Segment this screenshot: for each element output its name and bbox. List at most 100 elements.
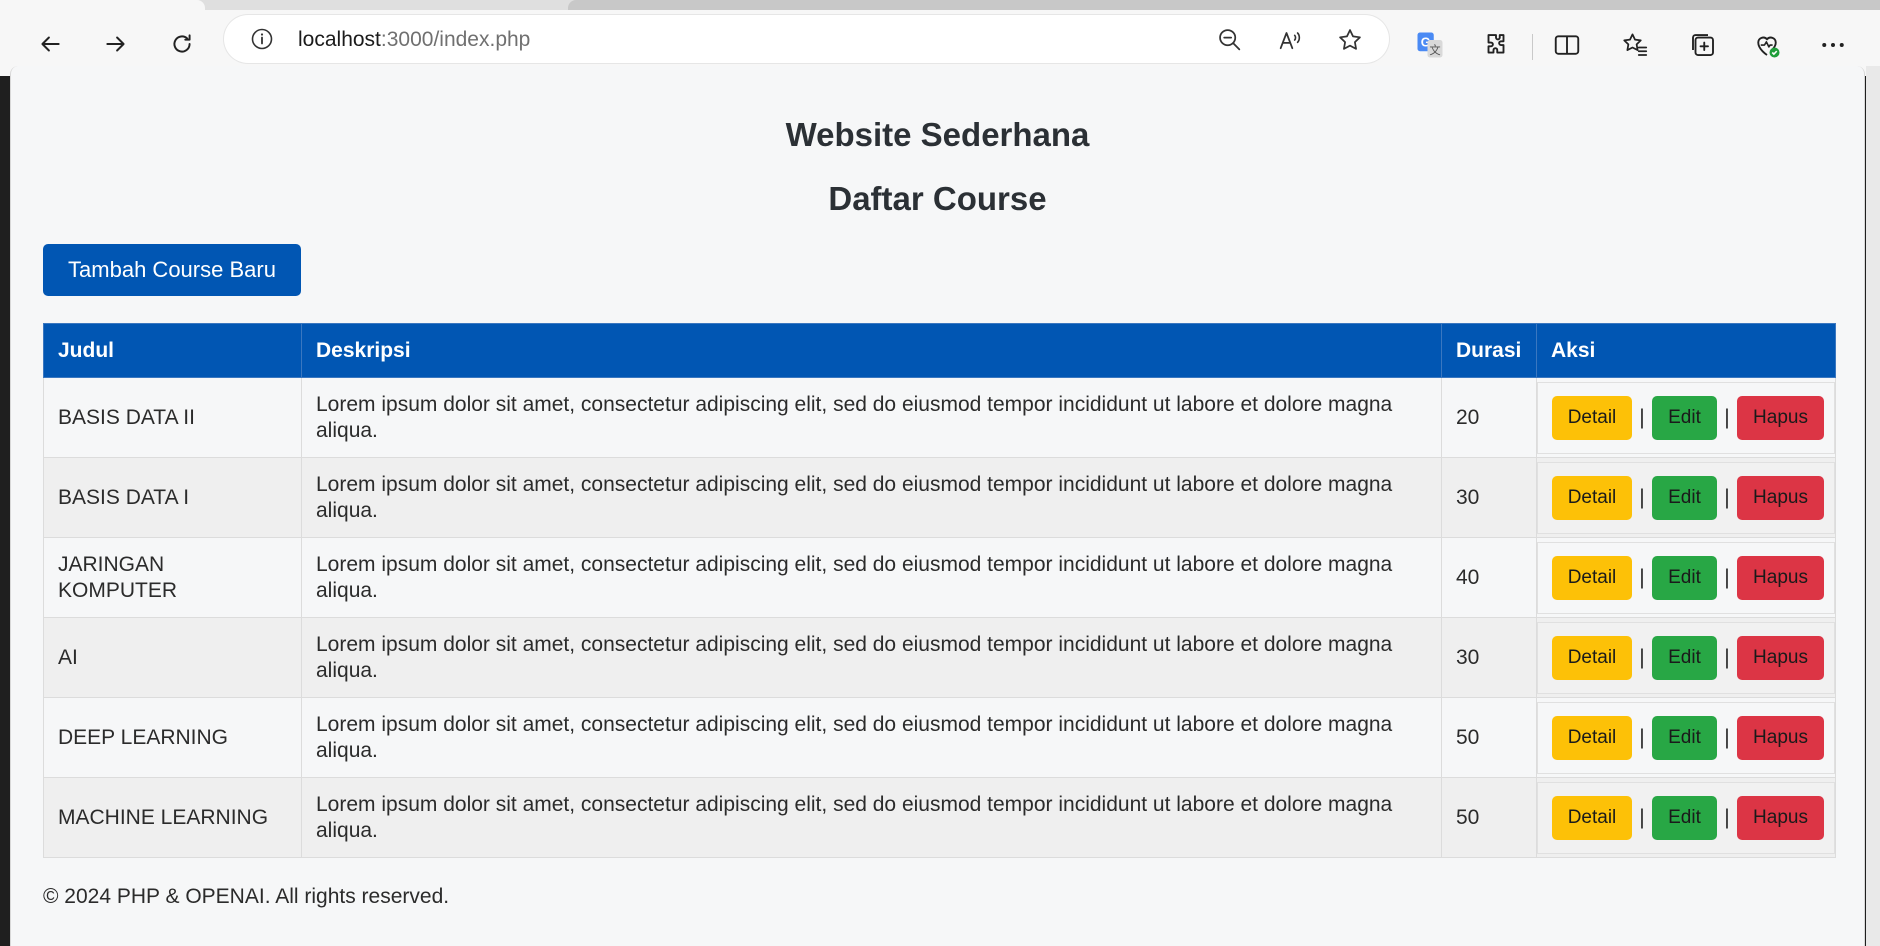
page-viewport: Website Sederhana Daftar Course Tambah C… (10, 66, 1865, 946)
edit-button[interactable]: Edit (1652, 395, 1717, 440)
action-separator: | (1639, 565, 1645, 589)
action-separator: | (1639, 485, 1645, 509)
favorite-star-icon[interactable] (1336, 26, 1364, 54)
course-table: Judul Deskripsi Durasi Aksi BASIS DATA I… (43, 323, 1836, 858)
page-title: Website Sederhana (785, 116, 1090, 153)
cell-deskripsi: Lorem ipsum dolor sit amet, consectetur … (301, 537, 1442, 618)
header-deskripsi: Deskripsi (301, 323, 1442, 378)
action-separator: | (1639, 805, 1645, 829)
cell-judul: JARINGAN KOMPUTER (43, 537, 302, 618)
action-separator: | (1724, 405, 1730, 429)
add-course-button[interactable]: Tambah Course Baru (43, 244, 301, 296)
collections-icon[interactable] (1688, 30, 1718, 60)
action-separator: | (1724, 645, 1730, 669)
detail-button[interactable]: Detail (1552, 395, 1632, 440)
detail-button[interactable]: Detail (1552, 555, 1632, 600)
forward-button[interactable] (94, 22, 138, 66)
table-row: AI Lorem ipsum dolor sit amet, consectetu… (43, 617, 1836, 698)
edit-button[interactable]: Edit (1652, 555, 1717, 600)
url-host: localhost (298, 28, 381, 51)
table-row: MACHINE LEARNING Lorem ipsum dolor sit am… (43, 777, 1836, 858)
cell-deskripsi: Lorem ipsum dolor sit amet, consectetur … (301, 777, 1442, 858)
arrow-right-icon (106, 36, 125, 52)
more-options-icon[interactable] (1818, 30, 1848, 60)
detail-button[interactable]: Detail (1552, 795, 1632, 840)
delete-button[interactable]: Hapus (1737, 795, 1824, 840)
action-separator: | (1724, 565, 1730, 589)
info-icon[interactable] (250, 27, 274, 51)
delete-button[interactable]: Hapus (1737, 715, 1824, 760)
delete-button[interactable]: Hapus (1737, 635, 1824, 680)
action-separator: | (1639, 405, 1645, 429)
refresh-button[interactable] (160, 22, 204, 66)
edit-button[interactable]: Edit (1652, 635, 1717, 680)
cell-aksi: Detail | Edit | Hapus (1536, 537, 1836, 618)
refresh-icon (173, 34, 191, 53)
table-row: BASIS DATA I Lorem ipsum dolor sit amet, … (43, 457, 1836, 538)
table-row: DEEP LEARNING Lorem ipsum dolor sit amet,… (43, 697, 1836, 778)
svg-text:文: 文 (1429, 43, 1440, 57)
cell-durasi: 20 (1441, 377, 1537, 458)
action-group: Detail | Edit | Hapus (1537, 461, 1835, 534)
cell-judul: MACHINE LEARNING (43, 777, 302, 858)
cell-aksi: Detail | Edit | Hapus (1536, 777, 1836, 858)
header-durasi: Durasi (1441, 323, 1537, 378)
cell-judul: DEEP LEARNING (43, 697, 302, 778)
cell-aksi: Detail | Edit | Hapus (1536, 617, 1836, 698)
detail-button[interactable]: Detail (1552, 715, 1632, 760)
tab-strip (0, 0, 1880, 10)
arrow-left-icon (41, 36, 60, 52)
cell-deskripsi: Lorem ipsum dolor sit amet, consectetur … (301, 377, 1442, 458)
tab-active[interactable] (0, 0, 205, 10)
zoom-out-icon[interactable] (1216, 26, 1244, 54)
table-row: JARINGAN KOMPUTER Lorem ipsum dolor sit a… (43, 537, 1836, 618)
split-screen-icon[interactable] (1552, 30, 1582, 60)
cell-durasi: 30 (1441, 457, 1537, 538)
action-group: Detail | Edit | Hapus (1537, 701, 1835, 774)
delete-button[interactable]: Hapus (1737, 395, 1824, 440)
extensions-icon[interactable] (1481, 30, 1511, 60)
course-table-body: BASIS DATA II Lorem ipsum dolor sit amet,… (43, 377, 1836, 858)
header-judul: Judul (43, 323, 302, 378)
translate-icon[interactable]: G文 (1415, 30, 1445, 60)
tab-inactive[interactable] (568, 0, 1880, 10)
cell-aksi: Detail | Edit | Hapus (1536, 377, 1836, 458)
edit-button[interactable]: Edit (1652, 475, 1717, 520)
browser-essentials-icon[interactable] (1752, 30, 1782, 60)
favorites-icon[interactable] (1620, 30, 1650, 60)
read-aloud-icon[interactable] (1276, 26, 1304, 54)
address-bar[interactable]: localhost:3000/index.php (224, 15, 1389, 63)
delete-button[interactable]: Hapus (1737, 475, 1824, 520)
cell-aksi: Detail | Edit | Hapus (1536, 457, 1836, 538)
cell-durasi: 50 (1441, 777, 1537, 858)
back-button[interactable] (28, 22, 72, 66)
cell-judul: BASIS DATA I (43, 457, 302, 538)
toolbar-divider (1532, 34, 1533, 60)
footer-copyright: © 2024 PHP & OPENAI. All rights reserved… (43, 885, 450, 908)
cell-deskripsi: Lorem ipsum dolor sit amet, consectetur … (301, 457, 1442, 538)
action-group: Detail | Edit | Hapus (1537, 381, 1835, 454)
cell-deskripsi: Lorem ipsum dolor sit amet, consectetur … (301, 697, 1442, 778)
action-group: Detail | Edit | Hapus (1537, 781, 1835, 854)
table-header-row: Judul Deskripsi Durasi Aksi (43, 323, 1836, 378)
cell-deskripsi: Lorem ipsum dolor sit amet, consectetur … (301, 617, 1442, 698)
edit-button[interactable]: Edit (1652, 795, 1717, 840)
action-separator: | (1639, 645, 1645, 669)
action-group: Detail | Edit | Hapus (1537, 541, 1835, 614)
cell-judul: AI (43, 617, 302, 698)
delete-button[interactable]: Hapus (1737, 555, 1824, 600)
detail-button[interactable]: Detail (1552, 475, 1632, 520)
page-subtitle: Daftar Course (828, 180, 1047, 217)
action-separator: | (1724, 805, 1730, 829)
detail-button[interactable]: Detail (1552, 635, 1632, 680)
right-scroll-edge[interactable] (1866, 66, 1880, 946)
cell-aksi: Detail | Edit | Hapus (1536, 697, 1836, 778)
url-path: :3000/index.php (380, 28, 531, 51)
cell-judul: BASIS DATA II (43, 377, 302, 458)
cell-durasi: 50 (1441, 697, 1537, 778)
cell-durasi: 30 (1441, 617, 1537, 698)
action-separator: | (1724, 485, 1730, 509)
edit-button[interactable]: Edit (1652, 715, 1717, 760)
cell-durasi: 40 (1441, 537, 1537, 618)
url-text[interactable]: localhost:3000/index.php (298, 28, 530, 52)
